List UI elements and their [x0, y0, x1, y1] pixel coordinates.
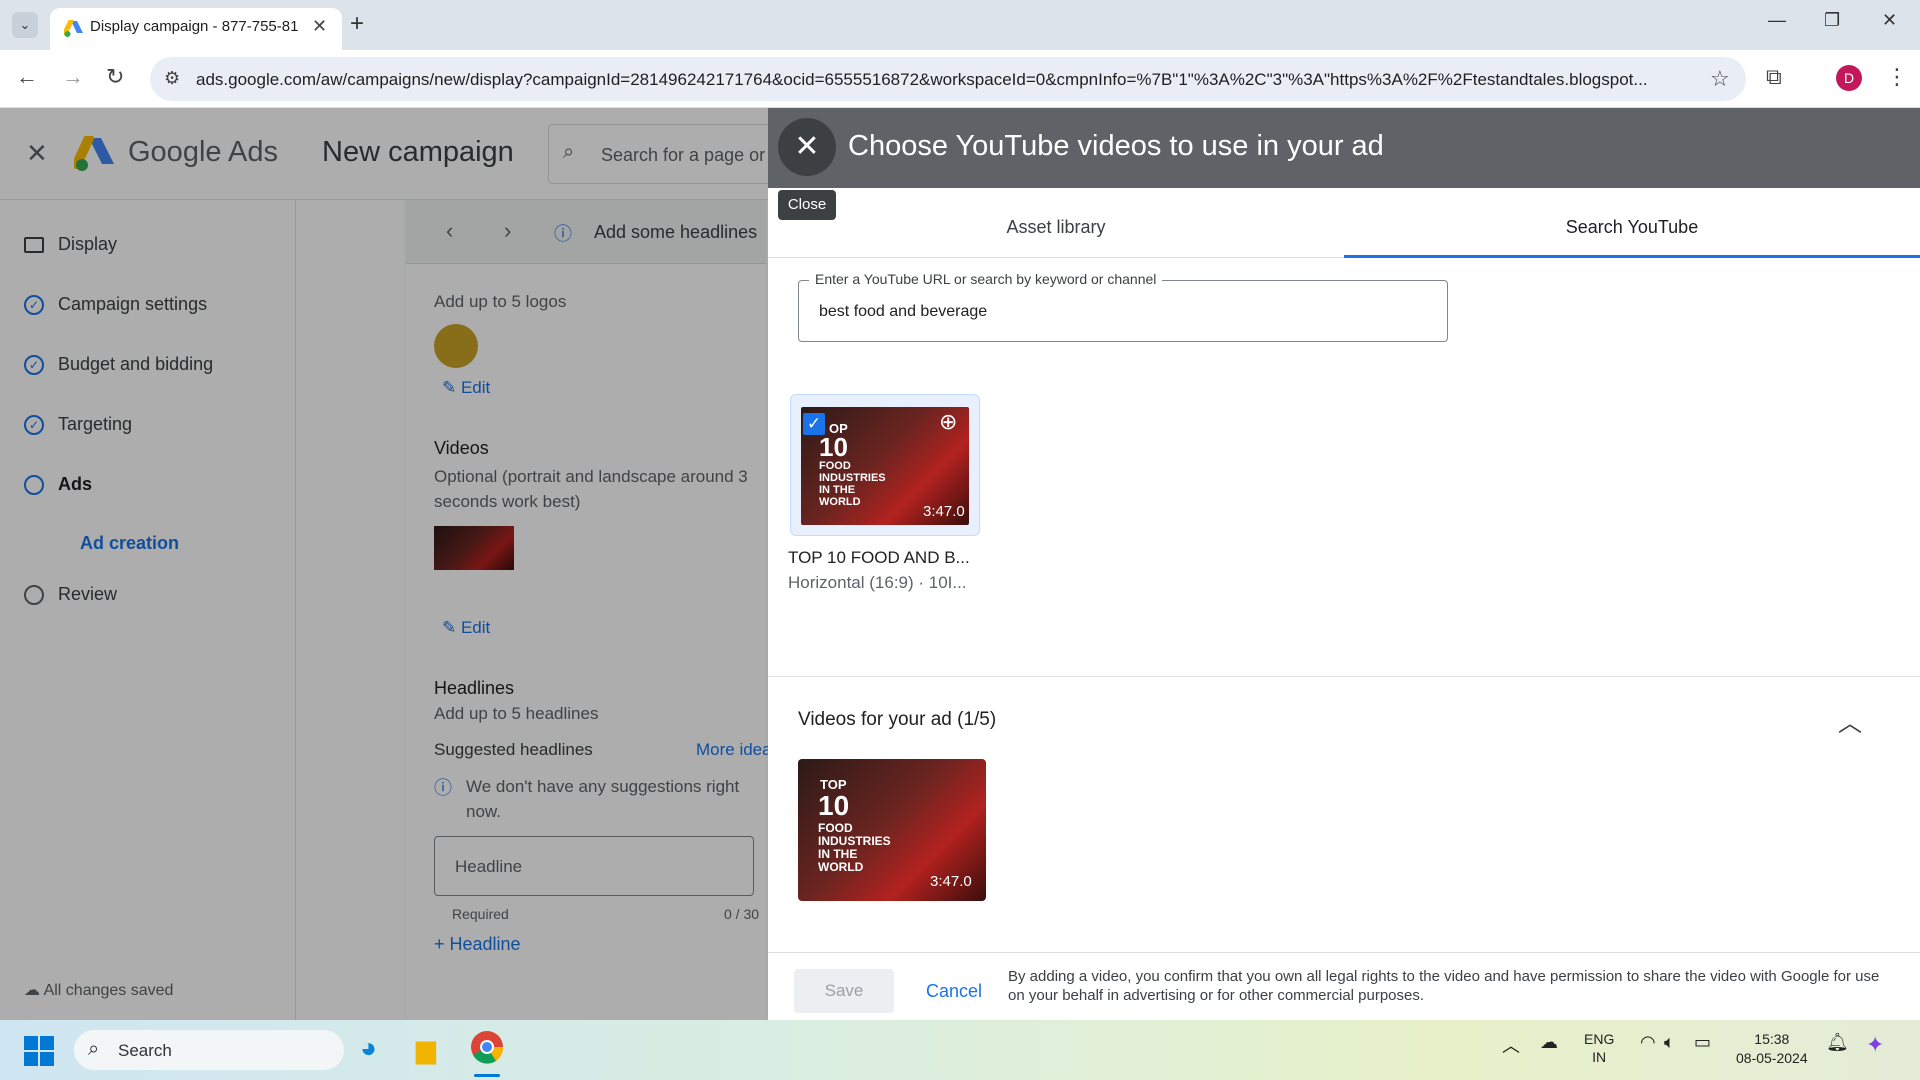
windows-start-icon[interactable] — [24, 1036, 54, 1071]
tab-search-button[interactable]: ⌄ — [12, 12, 38, 38]
menu-icon[interactable]: ⋮ — [1886, 64, 1908, 90]
youtube-search-input[interactable]: Enter a YouTube URL or search by keyword… — [798, 271, 1448, 342]
thumb-line: 10 — [818, 790, 850, 821]
check-icon: ✓ — [806, 414, 822, 433]
selected-video-thumbnail[interactable]: TOP 10 FOOD INDUSTRIES IN THE WORLD 3:47… — [798, 759, 986, 901]
thumb-line: INDUSTRIES — [819, 472, 886, 484]
video-duration: 3:47.0 — [930, 873, 972, 890]
search-icon: ⌕ — [88, 1038, 100, 1060]
selected-videos-heading: Videos for your ad (1/5) — [798, 709, 997, 730]
restore-icon[interactable]: ❐ — [1824, 10, 1840, 31]
video-result-card[interactable]: OP 10 FOOD INDUSTRIES IN THE WORLD 3:47.… — [790, 394, 980, 536]
edge-icon[interactable]: ◕ — [360, 1032, 377, 1064]
new-tab-icon[interactable]: + — [350, 10, 364, 38]
close-tooltip: Close — [778, 190, 836, 220]
google-ads-favicon-icon — [62, 18, 84, 43]
windows-taskbar: ⌕ Search ◕ ▆ ︿ ☁ ENG IN ◠ 🔈︎ ▭ 15:38 08-… — [0, 1020, 1920, 1080]
onedrive-icon[interactable]: ☁ — [1540, 1032, 1558, 1053]
selected-videos-section: Videos for your ad (1/5) ︿ TOP 10 FOOD I… — [768, 676, 1920, 958]
region-code: IN — [1592, 1049, 1607, 1065]
thumb-line: WORLD — [818, 860, 864, 874]
close-window-icon[interactable]: ✕ — [1882, 10, 1897, 31]
taskbar-search[interactable]: ⌕ Search — [74, 1030, 344, 1070]
wifi-icon[interactable]: ◠ — [1640, 1032, 1656, 1053]
clock-time: 15:38 — [1754, 1031, 1790, 1047]
language-code: ENG — [1584, 1031, 1615, 1047]
extensions-icon[interactable]: ⧉ — [1766, 64, 1782, 90]
volume-icon[interactable]: 🔈︎ — [1664, 1032, 1675, 1053]
video-duration: 3:47.0 — [923, 503, 965, 520]
browser-tab[interactable]: Display campaign - 877-755-81 ✕ — [50, 8, 342, 50]
reload-icon[interactable]: ↻ — [106, 64, 124, 90]
close-button[interactable]: ✕ — [778, 118, 836, 176]
forward-icon[interactable]: → — [62, 64, 84, 90]
cancel-button[interactable]: Cancel — [910, 969, 998, 1013]
tab-asset-library[interactable]: Asset library — [768, 188, 1344, 258]
dialog-tabs: Asset library Search YouTube — [768, 188, 1920, 258]
chrome-icon[interactable] — [470, 1030, 504, 1069]
language-indicator[interactable]: ENG IN — [1584, 1030, 1614, 1066]
thumb-line: WORLD — [819, 496, 861, 508]
site-info-icon[interactable]: ⚙ — [164, 68, 180, 89]
browser-tab-strip: ⌄ Display campaign - 877-755-81 ✕ + — ❐ … — [0, 0, 1920, 50]
zoom-in-icon[interactable]: ⊕ — [939, 409, 957, 435]
taskbar-search-label: Search — [118, 1041, 172, 1060]
dialog-title: Choose YouTube videos to use in your ad — [848, 130, 1384, 162]
dialog-header: ✕ Choose YouTube videos to use in your a… — [768, 108, 1920, 188]
profile-avatar[interactable]: D — [1836, 65, 1862, 91]
close-tab-icon[interactable]: ✕ — [312, 16, 327, 37]
copilot-icon[interactable]: ✦ — [1866, 1032, 1884, 1058]
dialog-footer: Save Cancel By adding a video, you confi… — [768, 952, 1920, 1020]
battery-icon[interactable]: ▭ — [1694, 1032, 1711, 1053]
clock[interactable]: 15:38 08-05-2024 — [1736, 1030, 1808, 1068]
selected-checkbox[interactable]: ✓ — [803, 413, 825, 435]
thumb-line: FOOD — [819, 460, 851, 472]
thumb-line: IN THE — [819, 484, 856, 496]
close-icon: ✕ — [794, 130, 820, 163]
search-field-value: best food and beverage — [819, 303, 988, 320]
thumb-line: IN THE — [818, 847, 858, 861]
tab-title: Display campaign - 877-755-81 — [90, 18, 299, 35]
save-button[interactable]: Save — [794, 969, 894, 1013]
url-text: ads.google.com/aw/campaigns/new/display?… — [196, 70, 1648, 89]
tab-search-youtube[interactable]: Search YouTube — [1344, 188, 1920, 258]
bookmark-star-icon[interactable]: ☆ — [1710, 66, 1730, 92]
thumb-line: 10 — [819, 432, 848, 462]
thumb-line: INDUSTRIES — [818, 834, 891, 848]
chevron-up-icon[interactable]: ︿ — [1502, 1032, 1520, 1058]
active-app-indicator — [474, 1074, 500, 1077]
browser-toolbar: ← → ↻ ⚙ ads.google.com/aw/campaigns/new/… — [0, 50, 1920, 108]
thumb-line: FOOD — [818, 821, 853, 835]
clock-date: 08-05-2024 — [1736, 1050, 1808, 1066]
legal-notice: By adding a video, you confirm that you … — [1008, 968, 1880, 1004]
notification-bell-icon[interactable]: 🔔︎ — [1826, 1032, 1849, 1053]
search-field-label: Enter a YouTube URL or search by keyword… — [809, 271, 1163, 287]
file-explorer-icon[interactable]: ▆ — [416, 1034, 436, 1065]
youtube-video-dialog: ✕ Choose YouTube videos to use in your a… — [768, 108, 1920, 1020]
video-result-title: TOP 10 FOOD AND B... — [788, 548, 970, 567]
video-result-meta: Horizontal (16:9) · 10I... — [788, 573, 967, 592]
address-bar[interactable]: ⚙ ads.google.com/aw/campaigns/new/displa… — [150, 57, 1746, 101]
back-icon[interactable]: ← — [16, 64, 38, 90]
chevron-up-icon[interactable]: ︿ — [1838, 703, 1862, 738]
minimize-icon[interactable]: — — [1768, 10, 1786, 31]
